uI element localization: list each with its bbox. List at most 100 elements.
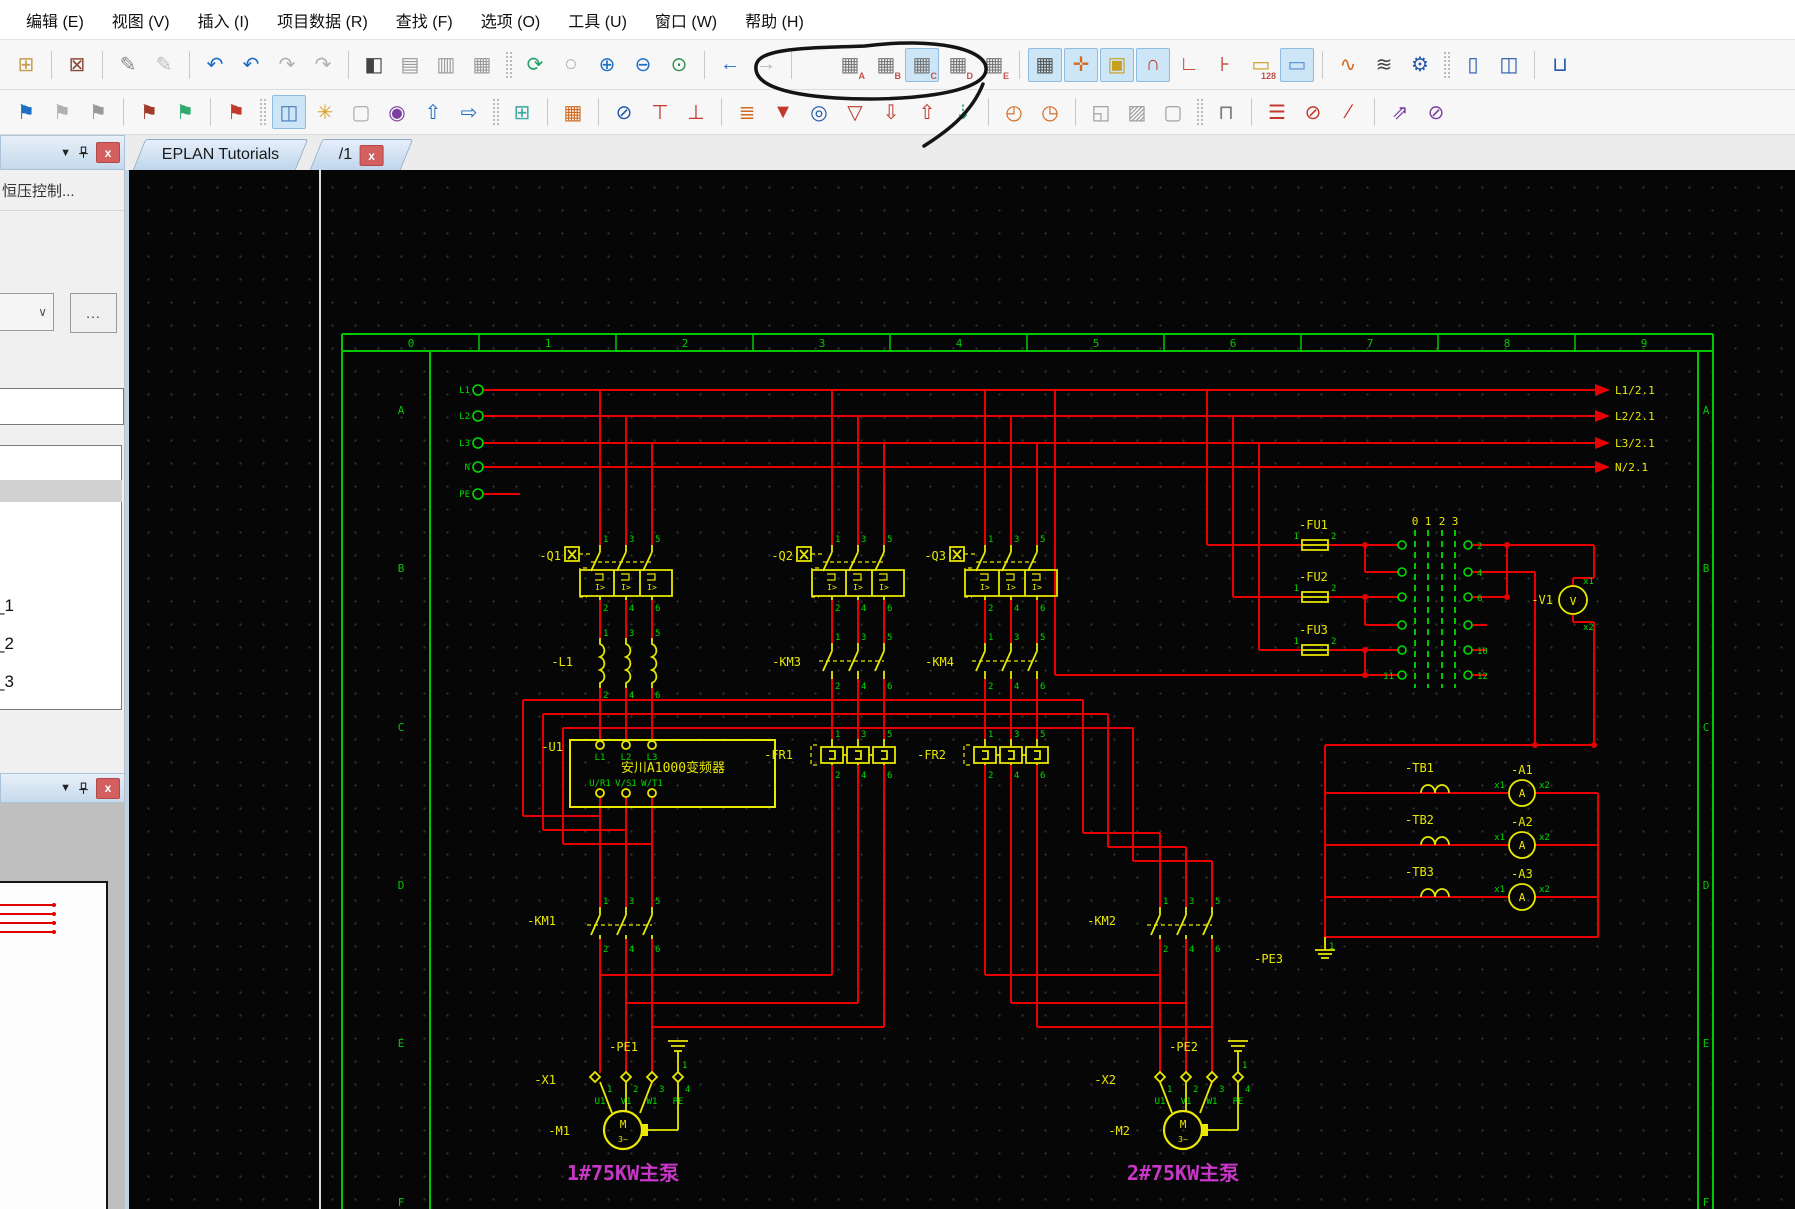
multi-line-icon[interactable]: ☰ bbox=[1260, 95, 1294, 129]
filter-dropdown[interactable]: ∨ bbox=[0, 293, 54, 331]
schematic-canvas[interactable]: 01 23 45 67 89 AB CD EF AB CD EF L1 L2 L… bbox=[125, 170, 1795, 1209]
grid-c-button[interactable]: ▦ C bbox=[905, 47, 939, 82]
export-page-icon[interactable]: ⇨ bbox=[452, 95, 486, 129]
menu-window[interactable]: 窗口 (W) bbox=[641, 4, 731, 36]
terminals-icon[interactable]: ≣ bbox=[730, 95, 764, 129]
paste-icon[interactable]: ⊞ bbox=[9, 48, 43, 82]
grid-e-button[interactable]: ▦ E bbox=[977, 48, 1011, 82]
input-box-button[interactable]: ▭ bbox=[1280, 47, 1314, 82]
panel-menu-caret-icon[interactable]: ▼ bbox=[60, 782, 71, 794]
page-check-icon[interactable]: ▥ bbox=[429, 48, 463, 82]
potential-icon[interactable]: ⇣ bbox=[946, 95, 980, 129]
broadcast-icon[interactable]: ≋ bbox=[1367, 48, 1401, 82]
delete-selection-icon[interactable]: ⊠ bbox=[60, 48, 94, 82]
menu-view[interactable]: 视图 (V) bbox=[98, 4, 184, 36]
undo-list-icon[interactable]: ↶ bbox=[234, 48, 268, 82]
gauge-a-icon[interactable]: ◴ bbox=[997, 95, 1031, 129]
hatch-icon[interactable]: ▨ bbox=[1120, 95, 1154, 129]
refresh-icon[interactable]: ⟳ bbox=[518, 48, 552, 82]
gauge-b-icon[interactable]: ◷ bbox=[1033, 95, 1067, 129]
browse-button[interactable]: ... bbox=[70, 293, 117, 333]
page-navigator-button[interactable]: ◫ bbox=[272, 95, 306, 129]
grid-b-button[interactable]: ▦ B bbox=[869, 48, 903, 82]
zoom-100-icon[interactable]: ⊙ bbox=[662, 48, 696, 82]
menu-find[interactable]: 查找 (F) bbox=[382, 4, 467, 36]
flag-cancel-icon[interactable]: ⚑ bbox=[219, 95, 253, 129]
grid-display-button[interactable]: ▦ bbox=[1028, 47, 1062, 82]
slash-icon[interactable]: ∕ bbox=[1332, 95, 1366, 129]
import-page-icon[interactable]: ⇧ bbox=[416, 95, 450, 129]
selected-row[interactable] bbox=[0, 480, 122, 502]
tab-page-1[interactable]: /1 x bbox=[310, 139, 414, 170]
undo-icon[interactable]: ↶ bbox=[198, 48, 232, 82]
circle-tool-icon[interactable]: ⊘ bbox=[1419, 95, 1453, 129]
zoom-out-icon[interactable]: ⊖ bbox=[626, 48, 660, 82]
insert-up-icon[interactable]: ⇧ bbox=[910, 95, 944, 129]
signal-line-icon[interactable]: ∿ bbox=[1331, 48, 1365, 82]
window-layout-icon[interactable]: ▤ bbox=[393, 48, 427, 82]
flag-next-icon[interactable]: ⚑ bbox=[81, 95, 115, 129]
list-item[interactable]: _2 bbox=[0, 634, 14, 654]
menu-options[interactable]: 选项 (O) bbox=[467, 4, 555, 36]
menu-help[interactable]: 帮助 (H) bbox=[731, 4, 818, 36]
connection-symbol-button[interactable]: ⊦ bbox=[1208, 48, 1242, 82]
table-icon[interactable]: ▦ bbox=[465, 48, 499, 82]
device-connect-icon[interactable]: ◎ bbox=[802, 95, 836, 129]
place-bottom-icon[interactable]: ⊥ bbox=[679, 95, 713, 129]
move-base-point-button[interactable]: ∟ bbox=[1172, 48, 1206, 82]
flag-check-icon[interactable]: ⚑ bbox=[9, 95, 43, 129]
page-tree[interactable]: _1 _2 _3 bbox=[0, 445, 122, 710]
list-item[interactable]: _1 bbox=[0, 596, 14, 616]
list-item[interactable]: _3 bbox=[0, 672, 14, 692]
flag-go-icon[interactable]: ⚑ bbox=[168, 95, 202, 129]
grid-d-button[interactable]: ▦ D bbox=[941, 48, 975, 82]
partial-page-icon[interactable]: ◱ bbox=[1084, 95, 1118, 129]
page-properties-icon[interactable]: ▢ bbox=[344, 95, 378, 129]
stamp-icon[interactable]: ⊓ bbox=[1209, 95, 1243, 129]
redo-list-icon[interactable]: ↷ bbox=[306, 48, 340, 82]
flag-book-icon[interactable]: ⚑ bbox=[132, 95, 166, 129]
flag-off-icon[interactable]: ⚑ bbox=[45, 95, 79, 129]
place-top-icon[interactable]: ⊤ bbox=[643, 95, 677, 129]
format-painter-icon[interactable]: ✎ bbox=[111, 48, 145, 82]
pin-icon[interactable] bbox=[77, 146, 90, 159]
tab-close-button[interactable]: x bbox=[360, 144, 385, 166]
preview-page-thumbnail[interactable]: 第2页 bbox=[0, 881, 108, 1209]
search-input[interactable] bbox=[0, 388, 124, 425]
menu-insert[interactable]: 插入 (I) bbox=[184, 4, 264, 36]
region-icon[interactable]: ▢ bbox=[1156, 95, 1190, 129]
snap-grid-button[interactable]: ✛ bbox=[1064, 47, 1098, 82]
angle-icon[interactable]: ⇗ bbox=[1383, 95, 1417, 129]
menu-tools[interactable]: 工具 (U) bbox=[554, 4, 641, 36]
forward-icon[interactable]: → bbox=[749, 48, 783, 82]
window-macro-icon[interactable]: ⊞ bbox=[505, 95, 539, 129]
symbol-table-icon[interactable]: ▦ bbox=[556, 95, 590, 129]
new-page-icon[interactable]: ✳ bbox=[308, 95, 342, 129]
panel-close-button[interactable]: x bbox=[96, 777, 120, 799]
format-copy-icon[interactable]: ✎ bbox=[147, 48, 181, 82]
cable-icon[interactable]: ▽ bbox=[838, 95, 872, 129]
grid-a-button[interactable]: ▦ A bbox=[833, 48, 867, 82]
parts-icon[interactable]: ⊔ bbox=[1543, 48, 1577, 82]
page-macro-icon[interactable]: ◉ bbox=[380, 95, 414, 129]
workspace-icon[interactable]: ◧ bbox=[357, 48, 391, 82]
device-icon[interactable]: ▯ bbox=[1456, 48, 1490, 82]
terminal-strip-icon[interactable]: ▼ bbox=[766, 95, 800, 129]
topology-icon[interactable]: ◫ bbox=[1492, 48, 1526, 82]
menu-project-data[interactable]: 项目数据 (R) bbox=[263, 4, 382, 36]
phase-icon[interactable]: ⊘ bbox=[1296, 95, 1330, 129]
redo-icon[interactable]: ↷ bbox=[270, 48, 304, 82]
place-symbol-icon[interactable]: ⊘ bbox=[607, 95, 641, 129]
pin-icon[interactable] bbox=[77, 782, 90, 795]
design-mode-button[interactable]: ▣ bbox=[1100, 47, 1134, 82]
back-icon[interactable]: ← bbox=[713, 48, 747, 82]
panel-menu-caret-icon[interactable]: ▼ bbox=[60, 147, 71, 159]
zoom-window-icon[interactable]: ◌ bbox=[554, 48, 588, 82]
snap-magnet-button[interactable]: ∩ bbox=[1136, 47, 1170, 82]
menu-edit[interactable]: 编辑 (E) bbox=[12, 4, 98, 36]
panel-close-button[interactable]: x bbox=[96, 142, 120, 163]
insert-down-icon[interactable]: ⇩ bbox=[874, 95, 908, 129]
tab-project[interactable]: EPLAN Tutorials bbox=[132, 139, 309, 170]
text-size-button[interactable]: ▭ 128 bbox=[1244, 48, 1278, 82]
connections-icon[interactable]: ⚙ bbox=[1403, 48, 1437, 82]
